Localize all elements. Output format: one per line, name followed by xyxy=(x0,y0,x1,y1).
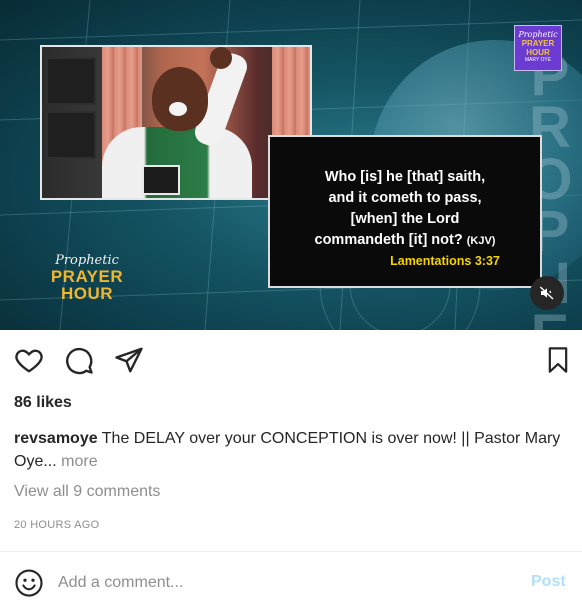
post-comment-button[interactable]: Post xyxy=(531,573,566,591)
verse-line: Who [is] he [that] saith, xyxy=(324,169,486,185)
logo-script-text: Prophetic xyxy=(55,253,119,268)
badge-subtext: MARY OYE xyxy=(524,57,552,63)
caption-username[interactable]: revsamoye xyxy=(14,430,98,447)
share-button[interactable] xyxy=(113,344,145,376)
post-caption: revsamoye The DELAY over your CONCEPTION… xyxy=(14,427,569,473)
add-comment-bar: Post xyxy=(0,552,582,614)
caption-more-link[interactable]: more xyxy=(61,453,97,470)
badge-script-text: Prophetic xyxy=(518,30,558,39)
emoji-smiley-icon xyxy=(15,569,43,597)
emoji-button[interactable] xyxy=(14,568,44,598)
post-media[interactable]: PROPHETIC Who [is] he [that] saith, and … xyxy=(0,0,582,330)
comment-input[interactable] xyxy=(58,568,498,598)
bookmark-icon xyxy=(548,347,568,373)
acoustic-panel xyxy=(46,57,96,105)
likes-count[interactable]: 86 likes xyxy=(14,394,72,412)
speaker-head xyxy=(152,67,208,131)
scripture-box: Who [is] he [that] saith, and it cometh … xyxy=(268,135,542,288)
verse-reference: Lamentations 3:37 xyxy=(390,254,500,268)
verse-line-last: commandeth [it] not? (KJV) xyxy=(278,230,532,252)
apron-logo xyxy=(142,165,180,195)
verse-line: and it cometh to pass, xyxy=(328,190,482,206)
mute-button[interactable] xyxy=(530,276,564,310)
prophetic-prayer-hour-logo: Prophetic PRAYER HOUR xyxy=(42,254,132,306)
acoustic-panel xyxy=(46,111,96,159)
verse-line: [when] the Lord xyxy=(350,211,460,227)
badge-line: HOUR xyxy=(526,48,550,57)
like-button[interactable] xyxy=(13,344,45,376)
logo-line: PRAYER xyxy=(50,267,124,286)
post-timestamp[interactable]: 20 HOURS AGO xyxy=(14,519,100,531)
view-all-comments-link[interactable]: View all 9 comments xyxy=(14,483,160,501)
comment-button[interactable] xyxy=(63,344,95,376)
comment-icon xyxy=(66,347,93,375)
verse-line-text: commandeth [it] not? xyxy=(314,232,463,248)
paper-plane-icon xyxy=(115,347,143,373)
speaker-fist xyxy=(210,47,232,69)
heart-icon xyxy=(15,349,43,373)
verse-version: (KJV) xyxy=(466,235,496,247)
speaker-mouth xyxy=(169,102,187,116)
save-button[interactable] xyxy=(542,344,574,376)
speaker-muted-icon xyxy=(539,286,554,300)
corner-logo-badge: Prophetic PRAYER HOUR MARY OYE xyxy=(514,25,562,71)
logo-line: HOUR xyxy=(60,284,114,303)
action-bar xyxy=(0,330,582,390)
badge-line: PRAYER xyxy=(521,39,555,48)
